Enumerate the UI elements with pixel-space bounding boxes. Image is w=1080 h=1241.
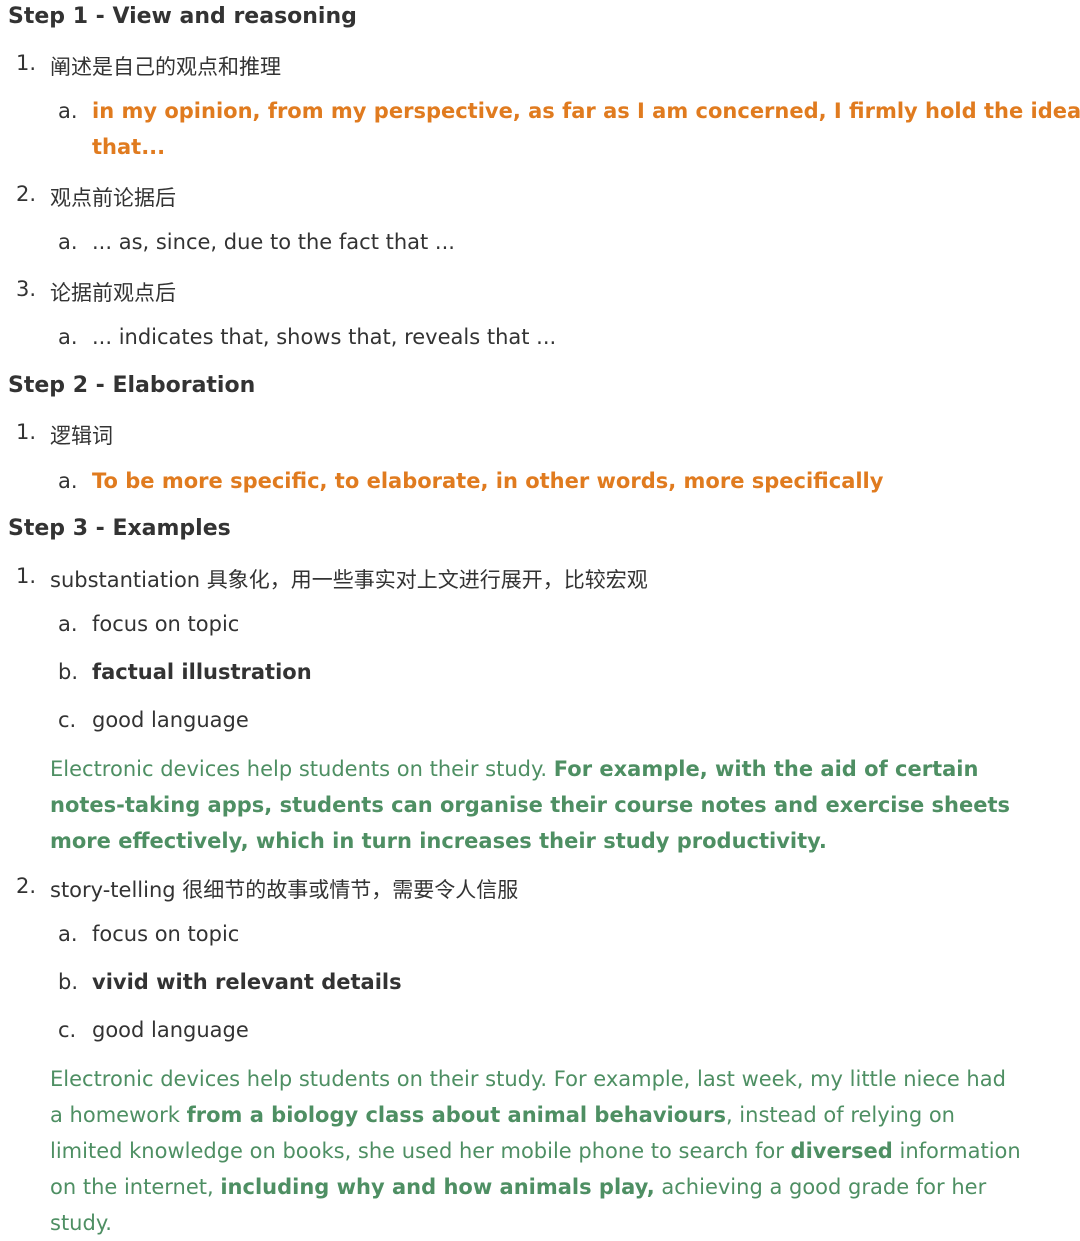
example-emphasis: including why and how animals play, — [220, 1175, 655, 1199]
sub-text: good language — [92, 1018, 249, 1042]
list-text: story-telling 很细节的故事或情节，需要令人信服 — [50, 878, 519, 902]
list-text: 逻辑词 — [50, 424, 113, 448]
example-emphasis: diversed — [790, 1139, 893, 1163]
list-text: 论据前观点后 — [50, 281, 176, 305]
sub-marker: b. — [58, 970, 79, 994]
step3-heading: Step 3 - Examples — [8, 516, 231, 541]
list-text: substantiation 具象化，用一些事实对上文进行展开，比较宏观 — [50, 568, 648, 592]
list-number: 1. — [16, 420, 37, 444]
example-paragraph-2: Electronic devices help students on thei… — [50, 1061, 1025, 1241]
sub-text-line2: that... — [92, 135, 166, 159]
sub-marker: c. — [58, 708, 77, 732]
list-number: 3. — [16, 277, 37, 301]
sub-marker: a. — [58, 99, 78, 123]
sub-text: focus on topic — [92, 922, 240, 946]
sub-marker: c. — [58, 1018, 77, 1042]
sub-marker: a. — [58, 325, 78, 349]
sub-marker: a. — [58, 612, 78, 636]
sub-marker: a. — [58, 922, 78, 946]
sub-text: good language — [92, 708, 249, 732]
list-number: 1. — [16, 564, 37, 588]
sub-text: To be more specific, to elaborate, in ot… — [92, 469, 884, 493]
sub-text: factual illustration — [92, 660, 312, 684]
sub-marker: a. — [58, 230, 78, 254]
example-emphasis: from a biology class about animal behavi… — [186, 1103, 726, 1127]
list-text: 观点前论据后 — [50, 186, 176, 210]
list-number: 2. — [16, 182, 37, 206]
sub-text: ... indicates that, shows that, reveals … — [92, 325, 557, 349]
list-number: 1. — [16, 51, 37, 75]
sub-text: vivid with relevant details — [92, 970, 402, 994]
list-text: 阐述是自己的观点和推理 — [50, 55, 281, 79]
list-number: 2. — [16, 874, 37, 898]
sub-marker: a. — [58, 469, 78, 493]
sub-text: focus on topic — [92, 612, 240, 636]
sub-text: in my opinion, from my perspective, as f… — [92, 99, 1080, 123]
step1-heading: Step 1 - View and reasoning — [8, 4, 357, 29]
step2-heading: Step 2 - Elaboration — [8, 373, 256, 398]
example-text: Electronic devices help students on thei… — [50, 757, 554, 781]
sub-text: ... as, since, due to the fact that ... — [92, 230, 455, 254]
example-paragraph-1: Electronic devices help students on thei… — [50, 751, 1025, 859]
sub-marker: b. — [58, 660, 79, 684]
